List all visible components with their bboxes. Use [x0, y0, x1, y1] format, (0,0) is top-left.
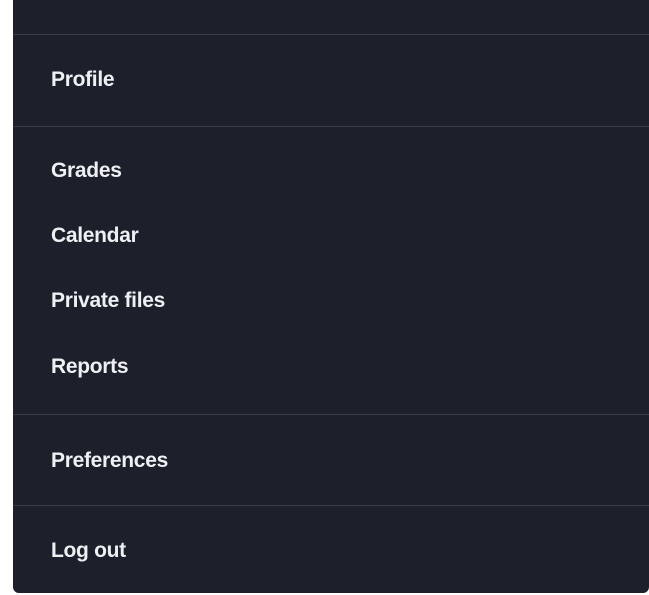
menu-item-label: Reports — [51, 355, 129, 378]
menu-item-label: Profile — [51, 68, 115, 91]
menu-divider — [13, 414, 649, 415]
menu-item-log-out[interactable]: Log out — [13, 531, 649, 571]
menu-divider — [13, 34, 649, 35]
menu-item-label: Grades — [51, 159, 122, 182]
menu-item-profile[interactable]: Profile — [13, 60, 649, 100]
menu-divider — [13, 126, 649, 127]
menu-divider — [13, 505, 649, 506]
menu-item-label: Preferences — [51, 449, 168, 472]
menu-item-label: Calendar — [51, 224, 139, 247]
menu-item-grades[interactable]: Grades — [13, 151, 649, 191]
menu-item-calendar[interactable]: Calendar — [13, 216, 649, 256]
menu-item-label: Private files — [51, 289, 165, 312]
menu-item-preferences[interactable]: Preferences — [13, 441, 649, 481]
menu-item-reports[interactable]: Reports — [13, 347, 649, 387]
user-dropdown-menu: Profile Grades Calendar Private files Re… — [13, 0, 649, 593]
menu-item-private-files[interactable]: Private files — [13, 281, 649, 321]
menu-item-label: Log out — [51, 539, 126, 562]
